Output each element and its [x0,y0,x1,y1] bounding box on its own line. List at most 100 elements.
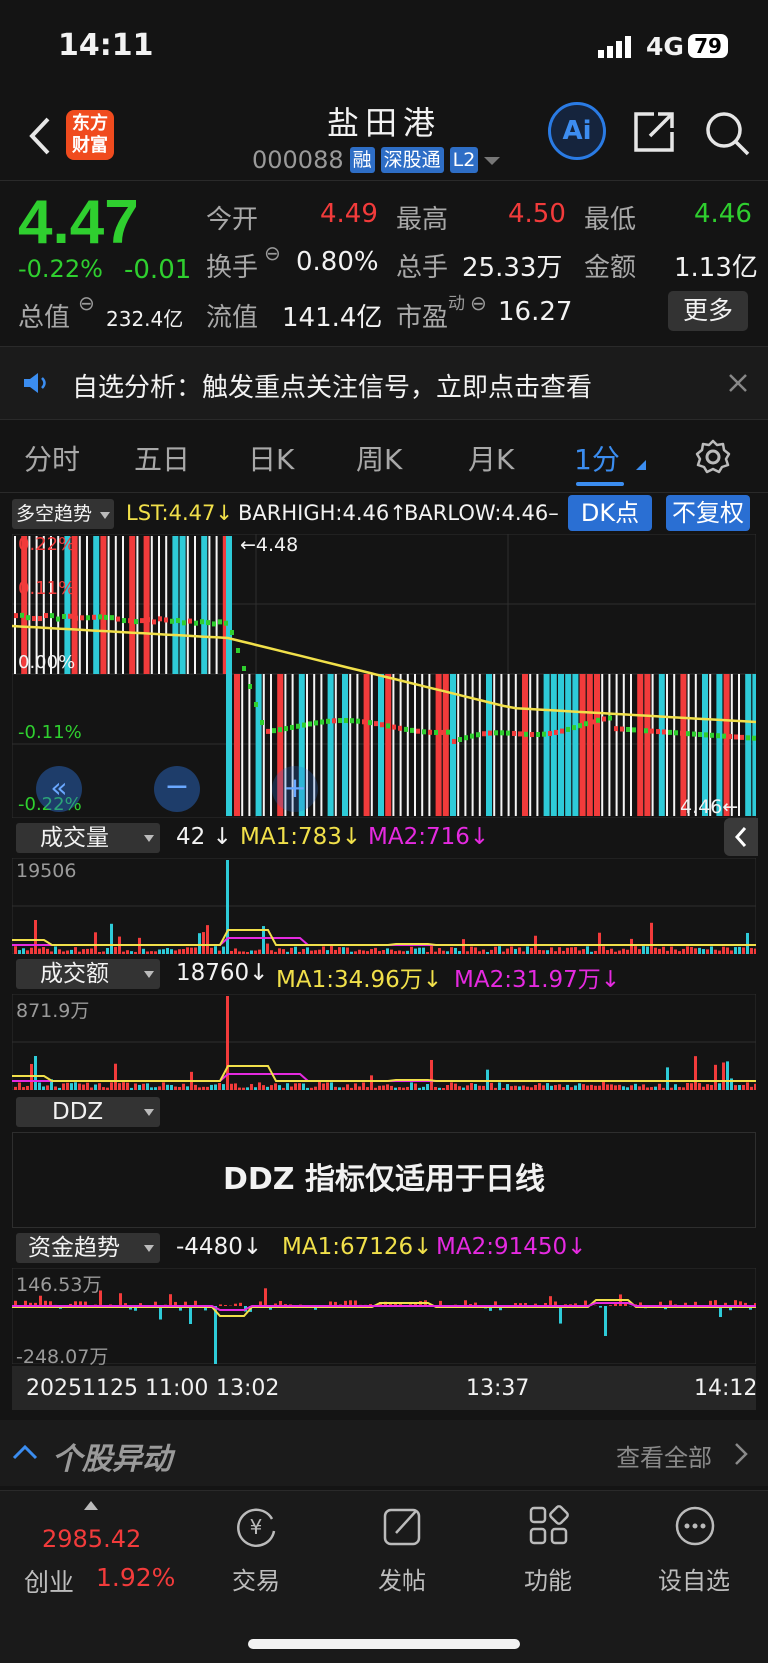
volume-bar [282,1087,285,1090]
trend-selector[interactable]: 多空趋势 [12,499,114,529]
volume-bar [722,1062,725,1090]
zoom-in-button[interactable]: + [272,766,318,812]
tab-month-k[interactable]: 月K [468,438,514,478]
candle-bar [594,674,600,816]
price-tick [578,723,582,729]
volume-bar [290,947,293,954]
volume-bar [514,948,517,954]
price-tick [482,731,486,737]
tab-five-day[interactable]: 五日 [134,438,190,478]
period-tabs: 分时 五日 日K 周K 月K 1分 [0,420,768,492]
fund-trend-chart[interactable] [12,1268,756,1364]
settings-icon[interactable] [694,438,732,476]
price-tick [560,728,564,734]
volume-bar [658,1083,661,1090]
volume-ma1: MA1:783↓ [240,824,362,850]
info-icon[interactable]: ⊖ [470,291,487,315]
ddz-selector[interactable]: DDZ [16,1097,160,1127]
info-icon[interactable]: ⊖ [78,291,95,315]
more-icon [675,1506,715,1546]
price-tick [260,720,264,725]
volume-ma1-text: MA1:783 [240,824,342,850]
nav-functions[interactable]: 功能 [498,1505,598,1605]
candle-bar [201,536,208,674]
tab-minute[interactable]: 分时 [24,438,80,478]
app-logo[interactable]: 东方 财富 [66,110,114,160]
dk-point-button[interactable]: DK点 [568,495,652,531]
candle-bar [637,674,644,816]
back-icon[interactable] [28,116,52,156]
volume-bar [178,949,181,954]
volume-bar [586,1085,589,1090]
volume-bar [658,948,661,954]
price-tick [236,648,240,653]
volume-bar [654,1086,657,1090]
search-icon[interactable] [704,110,750,156]
tab-week-k[interactable]: 周K [356,438,402,478]
volume-bar [690,1083,693,1090]
index-widget[interactable]: 2985.42 创业 1.92% [0,1501,178,1611]
stock-movement-bar[interactable]: 个股异动 查看全部 [0,1420,768,1486]
volume-bar [458,1086,461,1090]
candle-bar [370,674,373,816]
volume-bar [54,1086,57,1090]
ma1-line [12,1065,756,1082]
info-icon[interactable]: ⊖ [264,241,281,265]
view-all-link[interactable]: 查看全部 [616,1438,712,1473]
price-tick [668,729,672,735]
signal-icon [598,36,631,58]
main-kline-chart[interactable] [12,534,756,818]
price-tick [548,730,552,736]
nav-post[interactable]: 发帖 [352,1505,452,1605]
volume-bar [174,1086,177,1090]
no-adjust-button[interactable]: 不复权 [666,495,750,531]
rewind-button[interactable]: « [36,766,82,812]
price-tick [20,612,24,618]
volume-bar [266,1086,269,1090]
volume-bar [390,949,393,954]
stock-code-row[interactable]: 000088 融 深股通 L2 [252,146,501,174]
float-cap-value: 141.4亿 [282,303,383,333]
volume-bar [730,950,733,954]
amount-selector[interactable]: 成交额 [16,959,160,989]
share-icon[interactable] [632,110,676,154]
volume-bar [98,951,101,954]
volume-bar [94,932,97,954]
tab-1-minute[interactable]: 1分 [574,438,620,478]
volume-bar [66,950,69,954]
candle-bar [399,674,402,816]
nav-watchlist[interactable]: 设自选 [644,1505,744,1605]
candle-bar [608,674,611,816]
volume-chart[interactable] [12,858,756,954]
volume-bar [334,1086,337,1090]
collapse-panel-button[interactable] [724,818,758,856]
volume-selector[interactable]: 成交量 [16,823,160,853]
volume-bar [622,1086,625,1090]
volume-bar [618,950,621,954]
volume-bar [734,947,737,954]
zoom-out-button[interactable]: − [154,766,200,812]
volume-bar [254,1087,257,1090]
more-button[interactable]: 更多 [668,291,748,331]
volume-bar [314,950,317,954]
volume-bar [610,1084,613,1090]
close-icon[interactable] [728,373,748,393]
tab-dropdown-icon [636,460,646,470]
candle-bar [327,674,334,816]
chart-frame [12,1268,756,1364]
price-tick [530,732,534,738]
candle-bar [86,536,88,674]
tab-day-k[interactable]: 日K [248,438,294,478]
amount-chart[interactable] [12,994,756,1090]
notice-bar[interactable]: 自选分析：触发重点关注信号，立即点击查看 [0,347,768,419]
volume-bar [82,949,85,954]
volume-bar [302,1083,305,1090]
price-tick [14,613,18,619]
price-tick [620,726,624,732]
fund-selector[interactable]: 资金趋势 [16,1233,160,1263]
ai-button[interactable]: Ai [548,102,606,160]
volume-bar [38,948,41,954]
volume-bar [318,949,321,954]
volume-bar [234,1083,237,1090]
nav-trade[interactable]: ¥ 交易 [206,1505,306,1605]
